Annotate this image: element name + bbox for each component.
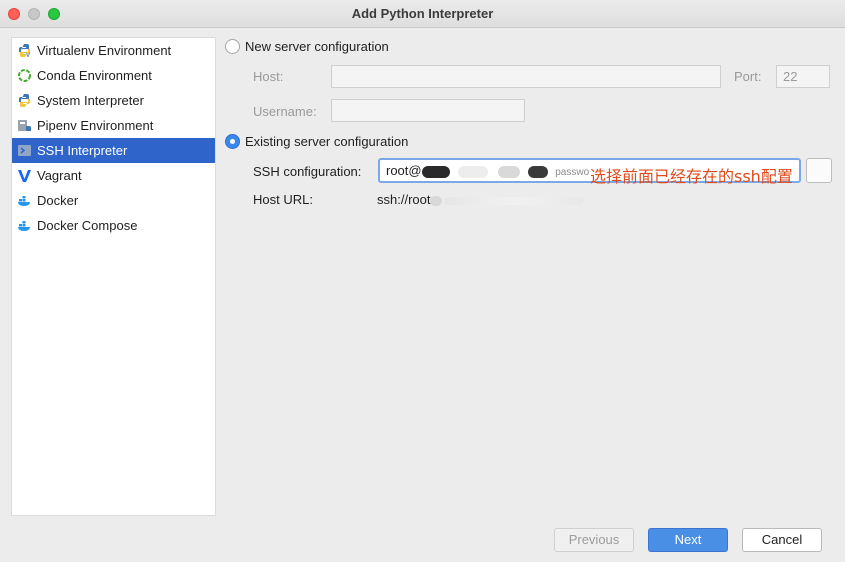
- host-url-label: Host URL:: [253, 192, 313, 207]
- redacted-text: [421, 165, 450, 178]
- sidebar-item-docker-compose[interactable]: Docker Compose: [12, 213, 215, 238]
- sidebar-item-label: Vagrant: [37, 168, 82, 183]
- existing-server-label: Existing server configuration: [245, 134, 409, 149]
- redacted-text: [497, 165, 520, 178]
- ssh-configuration-value-prefix: root@: [386, 163, 422, 178]
- redacted-text: [457, 165, 488, 178]
- host-url-value: ssh://root: [377, 192, 585, 207]
- title-bar: Add Python Interpreter: [0, 0, 845, 28]
- vagrant-icon: [17, 168, 32, 183]
- new-server-label: New server configuration: [245, 39, 389, 54]
- sidebar-item-docker[interactable]: Docker: [12, 188, 215, 213]
- sidebar-item-conda[interactable]: Conda Environment: [12, 63, 215, 88]
- sidebar-item-label: Pipenv Environment: [37, 118, 154, 133]
- window-title: Add Python Interpreter: [351, 6, 494, 21]
- host-input[interactable]: [331, 65, 721, 88]
- sidebar-item-label: Docker: [37, 193, 79, 208]
- existing-server-radio[interactable]: [225, 134, 240, 149]
- sidebar-item-system[interactable]: System Interpreter: [12, 88, 215, 113]
- docker-icon: [17, 193, 32, 208]
- ssh-configuration-value-suffix: passwo: [555, 167, 590, 178]
- sidebar-item-label: Conda Environment: [37, 68, 152, 83]
- next-button[interactable]: Next: [648, 528, 728, 552]
- port-label: Port:: [734, 69, 762, 84]
- conda-icon: [17, 68, 32, 83]
- browse-ssh-config-button[interactable]: [806, 158, 832, 183]
- username-label: Username:: [253, 104, 317, 119]
- host-url-prefix: ssh://root: [377, 192, 431, 207]
- sidebar-item-pipenv[interactable]: Pipenv Environment: [12, 113, 215, 138]
- redacted-text: [527, 165, 548, 178]
- redacted-text: [430, 195, 443, 206]
- sidebar-item-label: Virtualenv Environment: [37, 43, 172, 58]
- annotation-text: 选择前面已经存在的ssh配置: [590, 167, 793, 186]
- host-label: Host:: [253, 69, 284, 84]
- username-input[interactable]: [331, 99, 525, 122]
- pipenv-icon: [17, 118, 32, 133]
- cancel-button[interactable]: Cancel: [742, 528, 822, 552]
- sidebar-item-vagrant[interactable]: Vagrant: [12, 163, 215, 188]
- sidebar-item-virtualenv[interactable]: V Virtualenv Environment: [12, 38, 215, 63]
- sidebar-item-label: Docker Compose: [37, 218, 138, 233]
- ssh-terminal-icon: [17, 143, 32, 158]
- redacted-text: [444, 196, 585, 205]
- sidebar-item-ssh[interactable]: SSH Interpreter: [12, 138, 215, 163]
- ssh-configuration-label: SSH configuration:: [253, 164, 362, 179]
- svg-text:V: V: [26, 52, 31, 58]
- new-server-radio[interactable]: [225, 39, 240, 54]
- python-venv-icon: V: [17, 43, 32, 59]
- previous-button[interactable]: Previous: [554, 528, 634, 552]
- sidebar-item-label: SSH Interpreter: [37, 143, 128, 158]
- python-icon: [17, 93, 32, 108]
- interpreter-type-list: V Virtualenv Environment Conda Environme…: [11, 37, 216, 516]
- sidebar-item-label: System Interpreter: [37, 93, 144, 108]
- docker-compose-icon: [17, 218, 32, 233]
- port-input[interactable]: 22: [776, 65, 830, 88]
